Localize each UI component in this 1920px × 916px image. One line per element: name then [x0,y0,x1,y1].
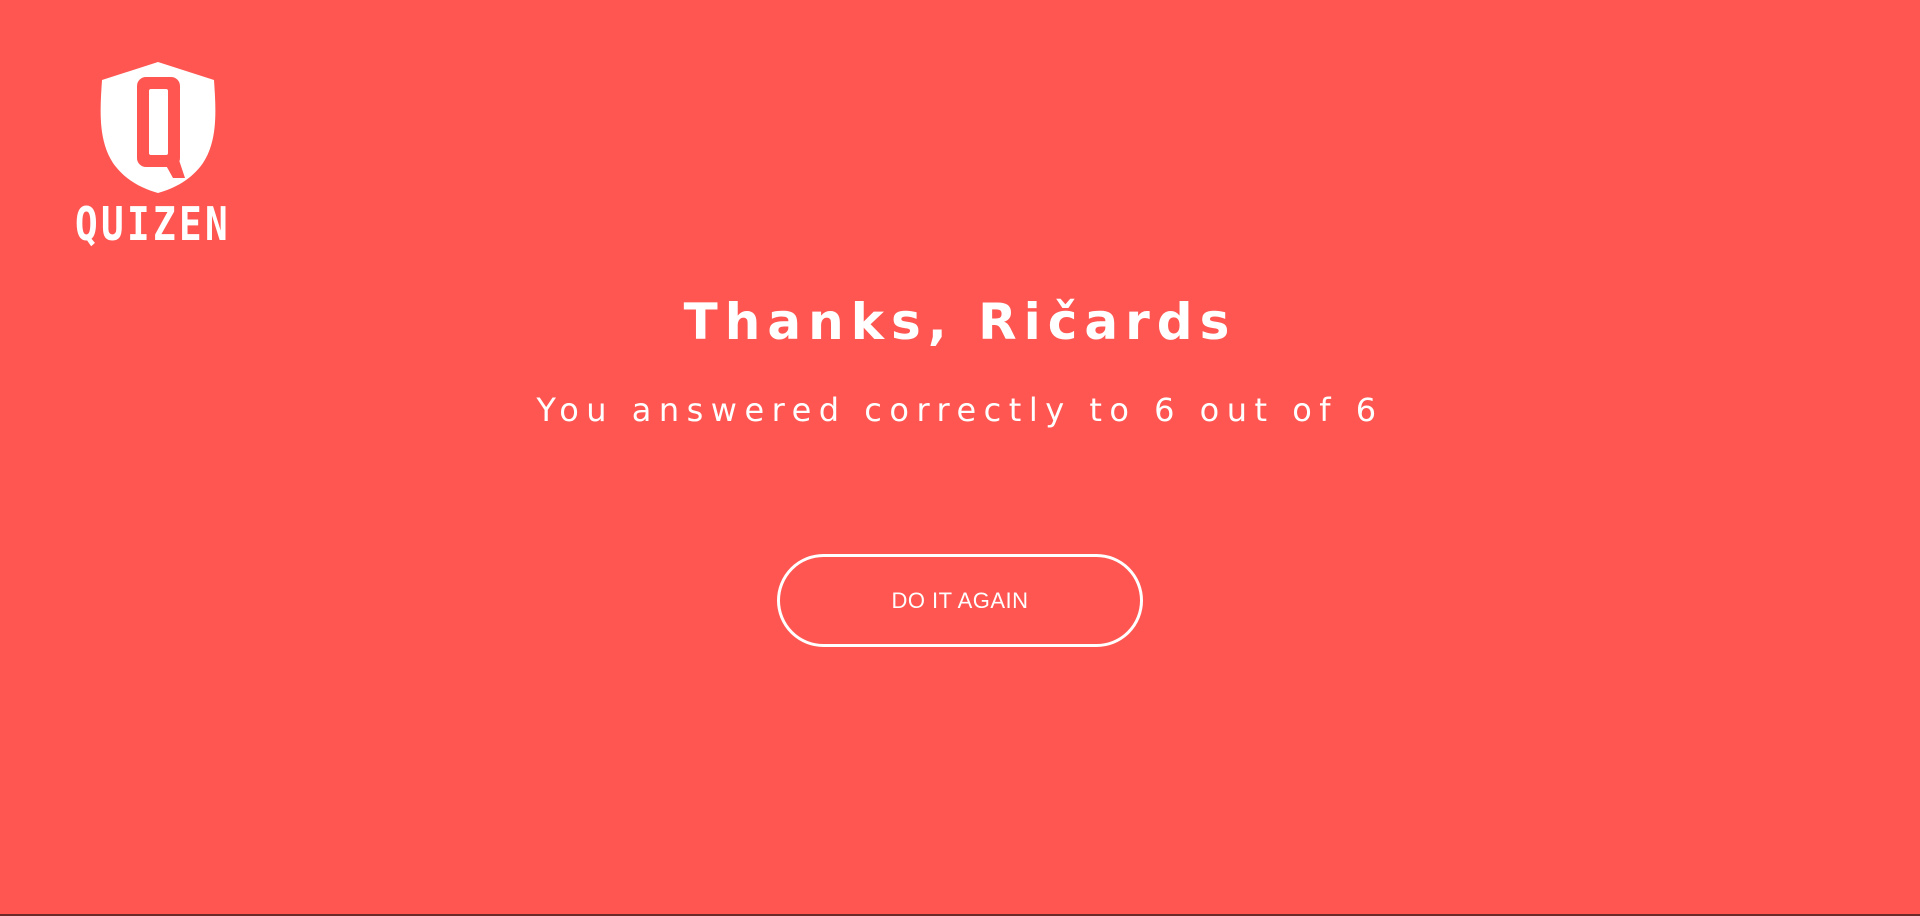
quizen-logo: QUIZEN [75,60,241,255]
do-it-again-button[interactable]: DO IT AGAIN [777,554,1143,647]
score-summary: You answered correctly to 6 out of 6 [536,391,1384,429]
logo-wordmark: QUIZEN [75,197,231,251]
page-title: Thanks, Ričards [683,293,1237,351]
shield-q-icon [75,60,241,195]
results-page: QUIZEN Thanks, Ričards You answered corr… [0,0,1920,916]
